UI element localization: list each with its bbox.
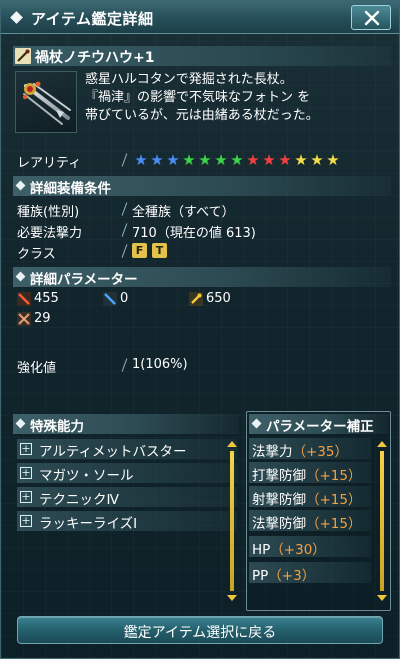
race-label: 種族(性別)	[17, 205, 80, 220]
enhance-label: 強化値	[17, 361, 57, 376]
rarity-star-icon: ★	[326, 151, 340, 169]
tech-attack-value: 650	[206, 291, 231, 306]
separator	[121, 153, 128, 167]
param-bonus-row: PP（+3）	[249, 562, 371, 584]
diamond-icon	[251, 418, 262, 429]
section-title: 特殊能力	[30, 419, 84, 435]
param-scroll-down-icon[interactable]	[377, 595, 387, 601]
close-icon	[364, 10, 380, 26]
param-name: HP	[252, 542, 271, 558]
param-bonus-value: （+3）	[268, 568, 316, 584]
tech-attack-icon	[189, 292, 203, 306]
ability-scroll-down-icon[interactable]	[227, 595, 237, 601]
param-bonus-value: （+15）	[306, 468, 362, 484]
ability-label: テクニックⅣ	[39, 492, 119, 508]
required-stat-value: 710（現在の値 613)	[132, 226, 256, 241]
back-button-label: 鑑定アイテム選択に戻る	[123, 625, 277, 641]
rarity-star-icon: ★	[310, 151, 324, 169]
expand-plus-icon: +	[20, 442, 32, 455]
param-bonus-row: 打撃防御（+15）	[249, 462, 371, 484]
diamond-icon	[10, 11, 23, 24]
diamond-icon	[15, 271, 26, 282]
ability-scroll-up-icon[interactable]	[227, 441, 237, 447]
ability-label: ラッキーライズⅠ	[39, 516, 138, 532]
rarity-star-icon: ★	[166, 151, 180, 169]
close-button[interactable]	[351, 5, 391, 30]
section-title: パラメーター補正	[266, 419, 374, 435]
rarity-star-icon: ★	[294, 151, 308, 169]
techter-class-icon: T	[152, 243, 167, 258]
expand-plus-icon: +	[20, 490, 32, 503]
rarity-star-icon: ★	[214, 151, 228, 169]
race-value: 全種族（すべて）	[132, 205, 235, 220]
rarity-star-icon: ★	[278, 151, 292, 169]
param-bonus-row: 法撃力（+35）	[249, 438, 371, 460]
melee-attack-value: 455	[34, 291, 59, 306]
item-description: 惑星ハルコタンで発掘された長杖。 『禍津』の影響で不気味なフォトン を 帯びてい…	[85, 72, 319, 123]
param-name: 法撃防御	[252, 516, 306, 532]
param-bonus-row: HP（+30）	[249, 536, 371, 558]
rarity-star-icon: ★	[230, 151, 244, 169]
window-title: アイテム鑑定詳細	[31, 10, 154, 28]
class-label: クラス	[17, 247, 56, 262]
param-scroll-up-icon[interactable]	[377, 441, 387, 447]
melee-attack-icon	[17, 292, 31, 306]
section-title: 詳細装備条件	[30, 181, 111, 197]
ability-label: マガツ・ソール	[39, 468, 134, 484]
param-name: PP	[252, 568, 269, 584]
appraisal-detail-window: アイテム鑑定詳細 禍杖ノチウハウ+1 惑星ハルコタンで発掘された長杖。 『禍津』…	[0, 0, 400, 659]
item-image	[15, 71, 77, 133]
diamond-icon	[15, 180, 26, 191]
param-scrollbar-thumb[interactable]	[380, 451, 384, 591]
param-name: 打撃防御	[252, 468, 306, 484]
ability-item[interactable]: + テクニックⅣ	[17, 487, 237, 508]
section-title: 詳細パラメーター	[30, 272, 138, 288]
separator	[121, 358, 128, 372]
param-name: 射撃防御	[252, 492, 306, 508]
ability-item[interactable]: + マガツ・ソール	[17, 463, 237, 484]
param-bonus-value: （+15）	[306, 516, 362, 532]
param-bonus-value: （+35）	[292, 444, 349, 460]
param-bonus-row: 法撃防御（+15）	[249, 510, 371, 532]
param-name: 法撃力	[252, 444, 293, 460]
required-stat-label: 必要法撃力	[17, 226, 83, 241]
rarity-star-icon: ★	[246, 151, 260, 169]
separator	[121, 223, 128, 237]
ranged-attack-value: 0	[120, 291, 129, 306]
abilities-header: 特殊能力	[13, 414, 239, 435]
ability-scrollbar-thumb[interactable]	[230, 451, 234, 591]
ability-item[interactable]: + アルティメットバスター	[17, 439, 237, 460]
ability-item[interactable]: + ラッキーライズⅠ	[17, 511, 237, 532]
ability-label: アルティメットバスター	[39, 444, 187, 460]
rarity-star-icon: ★	[134, 151, 148, 169]
diamond-icon	[15, 418, 26, 429]
expand-plus-icon: +	[20, 514, 32, 527]
param-bonus-value: （+15）	[306, 492, 362, 508]
equip-conditions-header: 詳細装備条件	[13, 176, 391, 197]
item-name-header: 禍杖ノチウハウ+1	[13, 46, 391, 66]
dexterity-value: 29	[34, 311, 51, 326]
separator	[121, 244, 128, 258]
expand-plus-icon: +	[20, 466, 32, 479]
param-bonus-header: パラメーター補正	[249, 414, 389, 435]
rarity-star-icon: ★	[182, 151, 196, 169]
rarity-star-icon: ★	[150, 151, 164, 169]
item-name: 禍杖ノチウハウ+1	[35, 50, 155, 66]
force-class-icon: F	[132, 243, 147, 258]
dexterity-icon	[17, 312, 31, 326]
rarity-star-icon: ★	[262, 151, 276, 169]
back-to-selection-button[interactable]: 鑑定アイテム選択に戻る	[17, 616, 383, 644]
param-bonus-row: 射撃防御（+15）	[249, 486, 371, 508]
title-bar: アイテム鑑定詳細	[1, 1, 399, 34]
ranged-attack-icon	[103, 292, 117, 306]
enhance-value: 1(106%)	[132, 357, 188, 372]
rarity-star-icon: ★	[198, 151, 212, 169]
param-bonus-value: （+30）	[270, 542, 326, 558]
rarity-stars: ★ ★ ★ ★ ★ ★ ★ ★ ★ ★ ★ ★ ★	[133, 152, 341, 168]
separator	[121, 202, 128, 216]
detail-params-header: 詳細パラメーター	[13, 267, 391, 288]
rarity-label: レアリティ	[17, 156, 82, 171]
staff-illustration-icon	[22, 81, 71, 125]
rod-icon	[15, 48, 31, 64]
